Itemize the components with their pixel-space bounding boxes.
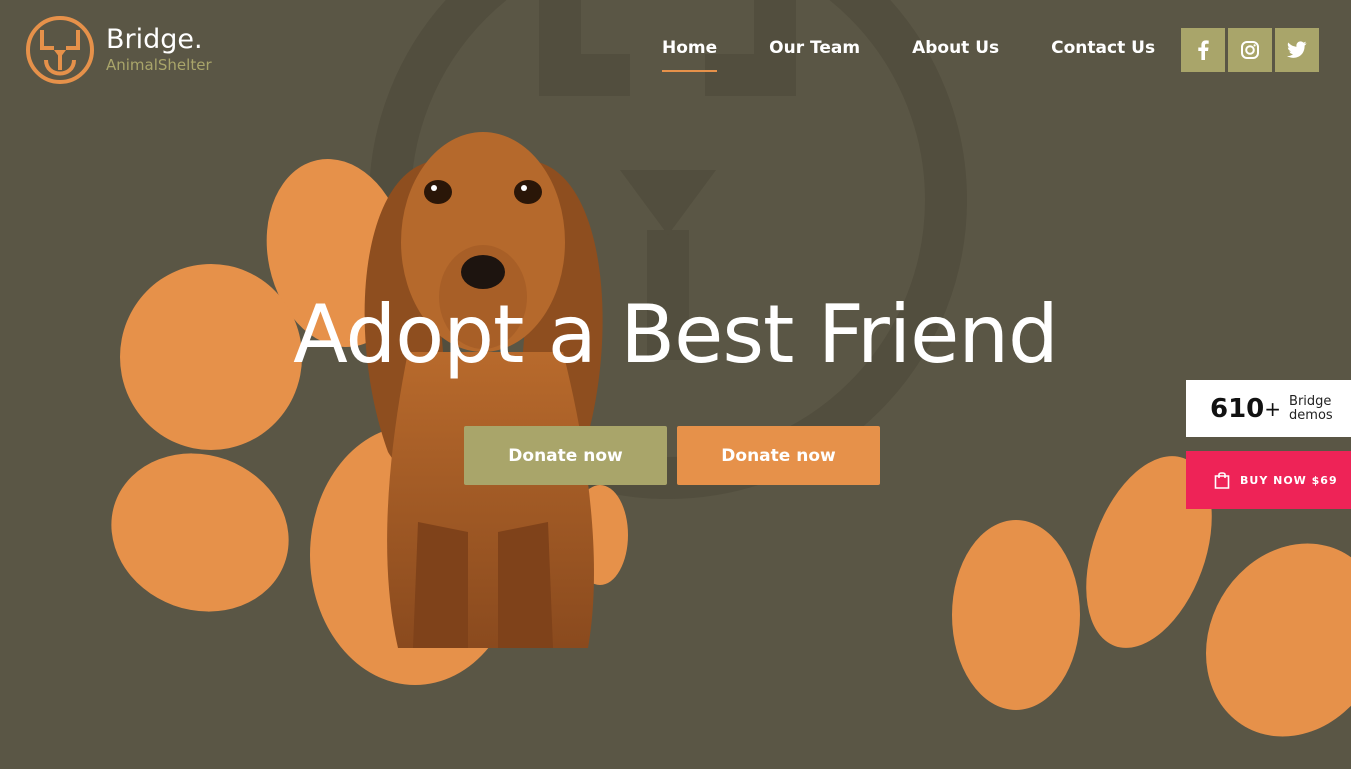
buy-now-label: BUY NOW $69	[1240, 473, 1338, 487]
dog-face-logo-icon	[26, 16, 94, 84]
demos-widget[interactable]: 610 + Bridge demos	[1186, 380, 1351, 437]
facebook-button[interactable]	[1181, 28, 1225, 72]
demos-count: 610	[1210, 393, 1265, 424]
demos-label: Bridge demos	[1289, 393, 1333, 423]
nav-item-contact-us[interactable]: Contact Us	[1051, 38, 1155, 72]
twitter-button[interactable]	[1275, 28, 1319, 72]
demos-plus: +	[1264, 396, 1282, 421]
twitter-icon	[1287, 41, 1307, 58]
instagram-button[interactable]	[1228, 28, 1272, 72]
instagram-icon	[1241, 41, 1259, 59]
brand-name: Bridge.	[106, 24, 203, 55]
paw-blob	[952, 520, 1080, 710]
site-logo[interactable]: Bridge. AnimalShelter	[24, 14, 212, 86]
donate-now-button[interactable]: Donate now	[464, 426, 667, 485]
main-nav: Home Our Team About Us Contact Us	[662, 38, 1207, 72]
facebook-icon	[1198, 40, 1209, 60]
dog-image	[364, 132, 603, 648]
hero-buttons: Donate now Donate now	[464, 426, 890, 485]
buy-now-button[interactable]: BUY NOW $69	[1186, 451, 1351, 509]
nav-item-our-team[interactable]: Our Team	[769, 38, 860, 72]
social-links	[1181, 28, 1322, 72]
nav-item-about-us[interactable]: About Us	[912, 38, 999, 72]
hero-title: Adopt a Best Friend	[293, 288, 1059, 381]
shopping-bag-icon	[1214, 472, 1230, 489]
donate-now-button-secondary[interactable]: Donate now	[677, 426, 880, 485]
brand-subtitle: AnimalShelter	[106, 56, 212, 74]
nav-item-home[interactable]: Home	[662, 38, 718, 72]
